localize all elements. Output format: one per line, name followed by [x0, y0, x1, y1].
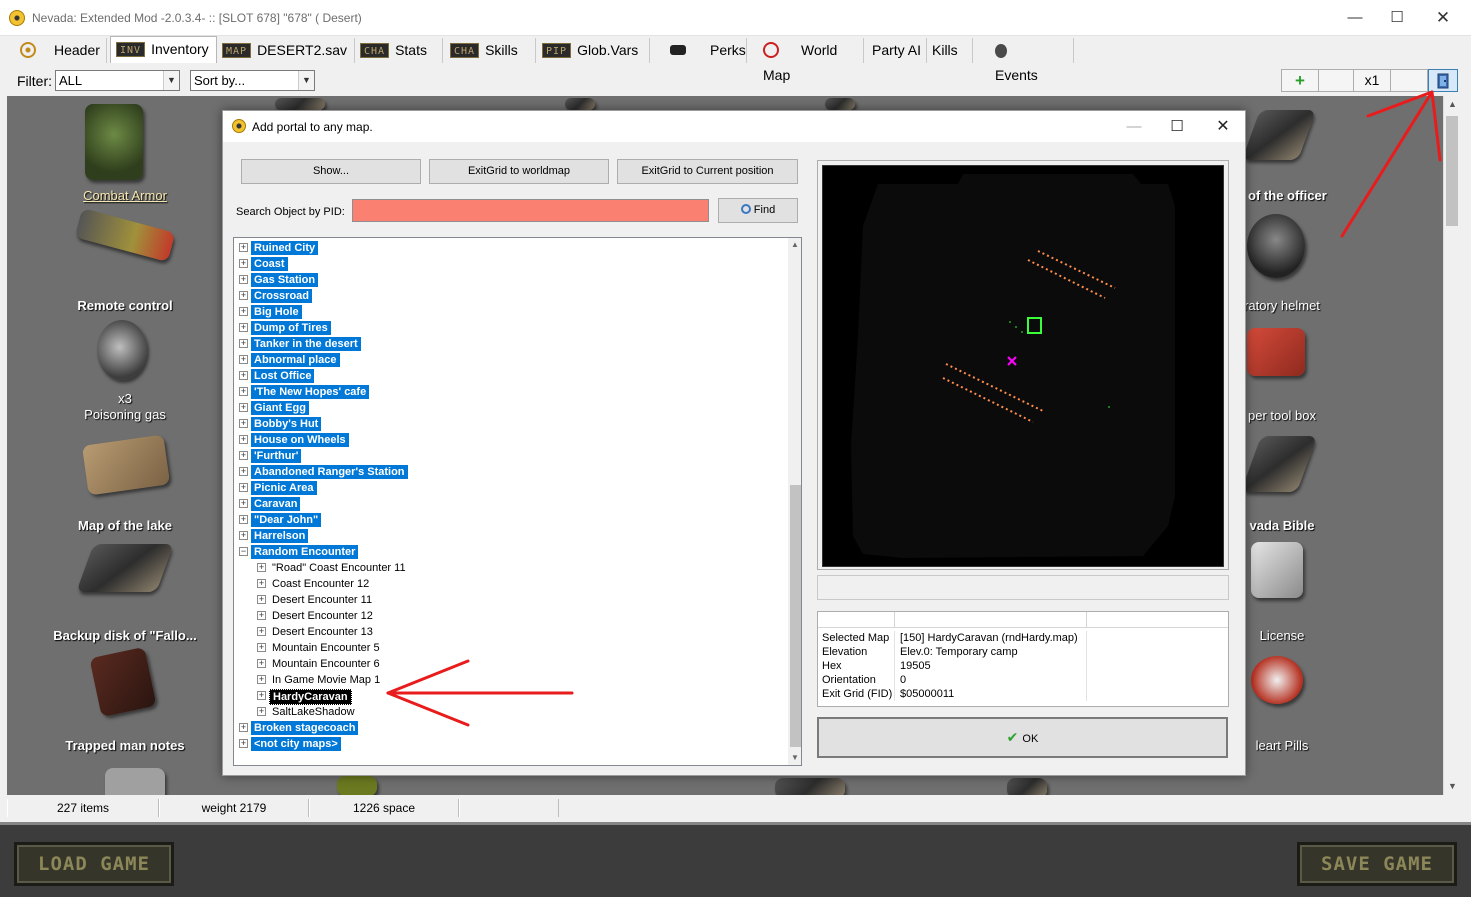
annotation-arrow-to-portal-button [1340, 90, 1434, 238]
annotation-arrows [386, 90, 1442, 727]
